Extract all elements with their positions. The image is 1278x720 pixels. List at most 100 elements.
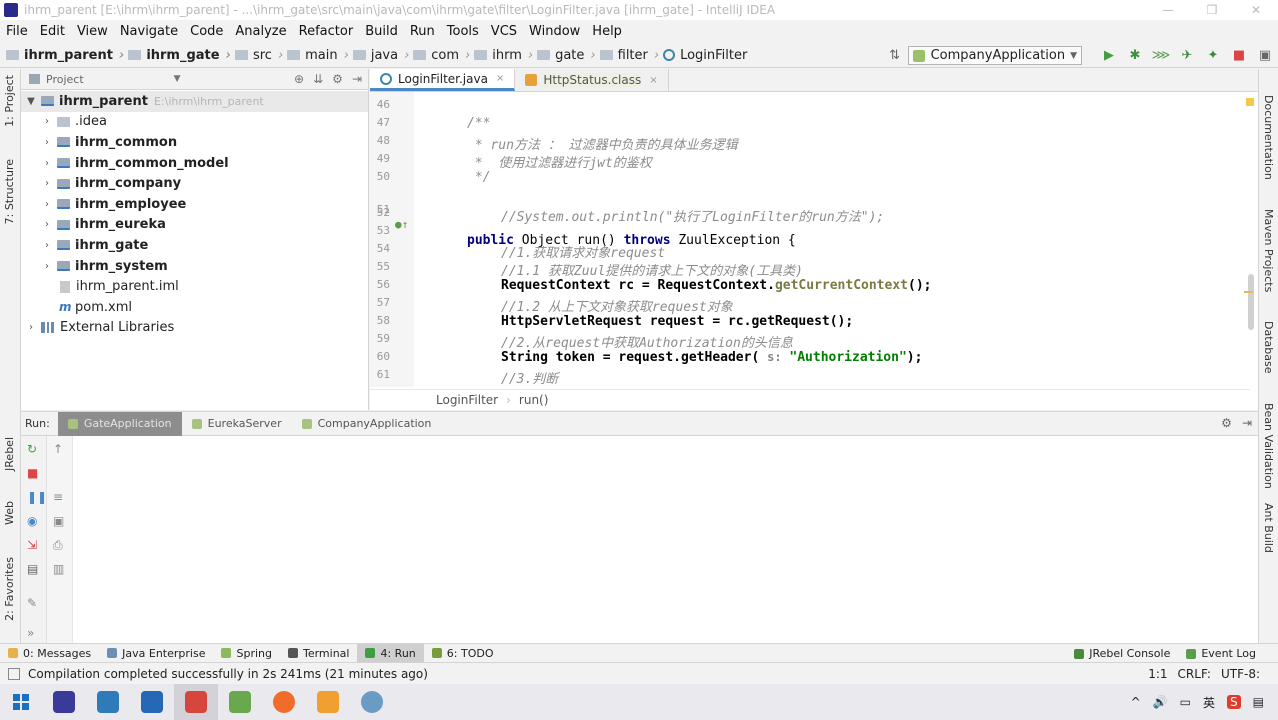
project-structure-icon[interactable]: ▣: [1257, 48, 1273, 64]
toolwin-java-enterprise[interactable]: Java Enterprise: [99, 644, 213, 663]
taskbar-app-notepad[interactable]: [218, 684, 262, 720]
crumb-main[interactable]: main ›: [287, 48, 349, 63]
chevron-right-icon[interactable]: ›: [25, 322, 37, 333]
toolwin-terminal[interactable]: Terminal: [280, 644, 358, 663]
tree-item-ihrm-gate[interactable]: › ihrm_gate: [21, 235, 368, 256]
project-view-select[interactable]: Project: [46, 73, 84, 86]
close-tab-icon[interactable]: ×: [649, 75, 657, 86]
collapse-all-icon[interactable]: ⇊: [313, 72, 323, 86]
chevron-right-icon[interactable]: ›: [41, 219, 53, 230]
chevron-right-icon[interactable]: ›: [41, 158, 53, 169]
crumb-com[interactable]: com ›: [413, 48, 470, 63]
favorites-tool-tab[interactable]: 2: Favorites: [3, 557, 16, 621]
minimize-button[interactable]: —: [1146, 0, 1190, 20]
documentation-tool-tab[interactable]: Documentation: [1262, 95, 1275, 180]
clear-icon[interactable]: ▥: [53, 562, 64, 576]
crumb-ihrm[interactable]: ihrm ›: [474, 48, 533, 63]
gear-icon[interactable]: ⚙: [332, 72, 343, 86]
taskbar-app-sublime[interactable]: [306, 684, 350, 720]
tree-item-ihrm-system[interactable]: › ihrm_system: [21, 256, 368, 277]
exit-icon[interactable]: ⇲: [27, 538, 37, 552]
tray-app-icon[interactable]: S: [1227, 695, 1241, 709]
toolwin-spring[interactable]: Spring: [213, 644, 280, 663]
up-icon[interactable]: ↑: [53, 442, 63, 456]
tree-item-external-libraries[interactable]: › External Libraries: [21, 318, 368, 339]
crumb-loginfilter[interactable]: LoginFilter: [663, 48, 747, 63]
menu-window[interactable]: Window: [529, 24, 580, 39]
run-tab-companyapplication[interactable]: CompanyApplication: [292, 412, 442, 436]
toolwin-run[interactable]: 4: Run: [357, 643, 424, 663]
volume-icon[interactable]: 🔊: [1153, 695, 1168, 709]
scroll-thumb[interactable]: [1248, 274, 1254, 330]
hide-panel-icon[interactable]: ⇥: [1242, 416, 1252, 430]
run-tab-gateapplication[interactable]: GateApplication: [57, 411, 182, 436]
menu-edit[interactable]: Edit: [40, 24, 65, 39]
crumb-filter[interactable]: filter ›: [599, 48, 659, 63]
print-icon[interactable]: ⎙: [53, 538, 63, 553]
stop-icon[interactable]: ■: [27, 466, 38, 480]
tree-item-ihrm-employee[interactable]: › ihrm_employee: [21, 194, 368, 215]
rerun-icon[interactable]: ↻: [27, 442, 37, 456]
line-separator[interactable]: CRLF:: [1178, 667, 1211, 681]
pin-icon[interactable]: ✎: [27, 596, 37, 610]
tab-loginfilter-java[interactable]: LoginFilter.java ×: [370, 69, 516, 91]
layout-icon[interactable]: ▤: [27, 562, 38, 576]
taskbar-app-postman[interactable]: [262, 684, 306, 720]
menu-tools[interactable]: Tools: [447, 24, 479, 39]
crumb-ihrm-parent[interactable]: ihrm_parent ›: [6, 48, 124, 63]
menu-navigate[interactable]: Navigate: [120, 24, 178, 39]
menu-help[interactable]: Help: [592, 24, 622, 39]
menu-refactor[interactable]: Refactor: [299, 24, 354, 39]
close-tab-icon[interactable]: ×: [496, 73, 504, 84]
scroll-from-source-icon[interactable]: ⊕: [294, 72, 304, 86]
gear-icon[interactable]: ⚙: [1221, 416, 1232, 430]
tab-httpstatus-class[interactable]: HttpStatus.class ×: [515, 69, 669, 91]
chevron-down-icon[interactable]: ▼: [25, 96, 37, 107]
taskbar-app-intellij[interactable]: [174, 684, 218, 720]
maven-projects-tool-tab[interactable]: Maven Projects: [1262, 209, 1275, 292]
menu-build[interactable]: Build: [365, 24, 398, 39]
chevron-right-icon[interactable]: ›: [41, 199, 53, 210]
chevron-right-icon[interactable]: ›: [41, 178, 53, 189]
taskbar-app-other[interactable]: [350, 684, 394, 720]
dump-threads-icon[interactable]: ◉: [27, 514, 37, 528]
scroll-to-end-icon[interactable]: ▣: [53, 514, 64, 528]
toolwin-messages[interactable]: 0: Messages: [0, 644, 99, 663]
structure-tool-tab[interactable]: 7: Structure: [3, 159, 16, 224]
toolwin-jrebel-console[interactable]: JRebel Console: [1066, 644, 1178, 663]
jrebel-tool-tab[interactable]: JRebel: [3, 437, 16, 471]
crumb-method-run[interactable]: run(): [519, 393, 549, 407]
caret-position[interactable]: 1:1: [1148, 667, 1167, 681]
hide-panel-icon[interactable]: ⇥: [352, 72, 362, 86]
network-icon[interactable]: ▭: [1180, 695, 1191, 709]
start-button[interactable]: [0, 684, 42, 720]
taskbar-app-vscode[interactable]: [130, 684, 174, 720]
jrebel-debug-icon[interactable]: ✦: [1205, 48, 1221, 64]
input-method-icon[interactable]: 英: [1203, 694, 1215, 711]
jrebel-run-icon[interactable]: ✈: [1179, 48, 1195, 64]
crumb-src[interactable]: src ›: [234, 48, 283, 63]
debug-icon[interactable]: ✱: [1127, 48, 1143, 64]
toolwin-event-log[interactable]: Event Log: [1178, 644, 1264, 663]
crumb-class-loginfilter[interactable]: LoginFilter: [436, 393, 498, 407]
bean-validation-tool-tab[interactable]: Bean Validation: [1262, 403, 1275, 489]
toolwin-todo[interactable]: 6: TODO: [424, 644, 502, 663]
pause-icon[interactable]: ❚❚: [27, 490, 47, 504]
soft-wrap-icon[interactable]: ≡: [53, 490, 63, 504]
close-button[interactable]: ✕: [1234, 0, 1278, 20]
chevron-down-icon[interactable]: ▼: [174, 74, 181, 84]
web-tool-tab[interactable]: Web: [3, 501, 16, 525]
file-encoding[interactable]: UTF-8:: [1221, 667, 1260, 681]
taskbar-app-explorer[interactable]: [86, 684, 130, 720]
tree-item-ihrm-parent[interactable]: ▼ ihrm_parent E:\ihrm\ihrm_parent: [21, 91, 368, 112]
crumb-gate[interactable]: gate ›: [537, 48, 596, 63]
tree-item-ihrm-parent-iml[interactable]: ihrm_parent.iml: [21, 276, 368, 297]
chevron-right-icon[interactable]: ›: [41, 240, 53, 251]
menu-run[interactable]: Run: [410, 24, 435, 39]
database-tool-tab[interactable]: Database: [1262, 321, 1275, 374]
menu-code[interactable]: Code: [190, 24, 223, 39]
editor-scrollbar[interactable]: [1244, 94, 1254, 389]
tray-overflow-icon[interactable]: ^: [1131, 695, 1141, 709]
run-tab-eurekaserver[interactable]: EurekaServer: [182, 412, 292, 436]
build-hammer-icon[interactable]: ⇅: [887, 48, 903, 64]
